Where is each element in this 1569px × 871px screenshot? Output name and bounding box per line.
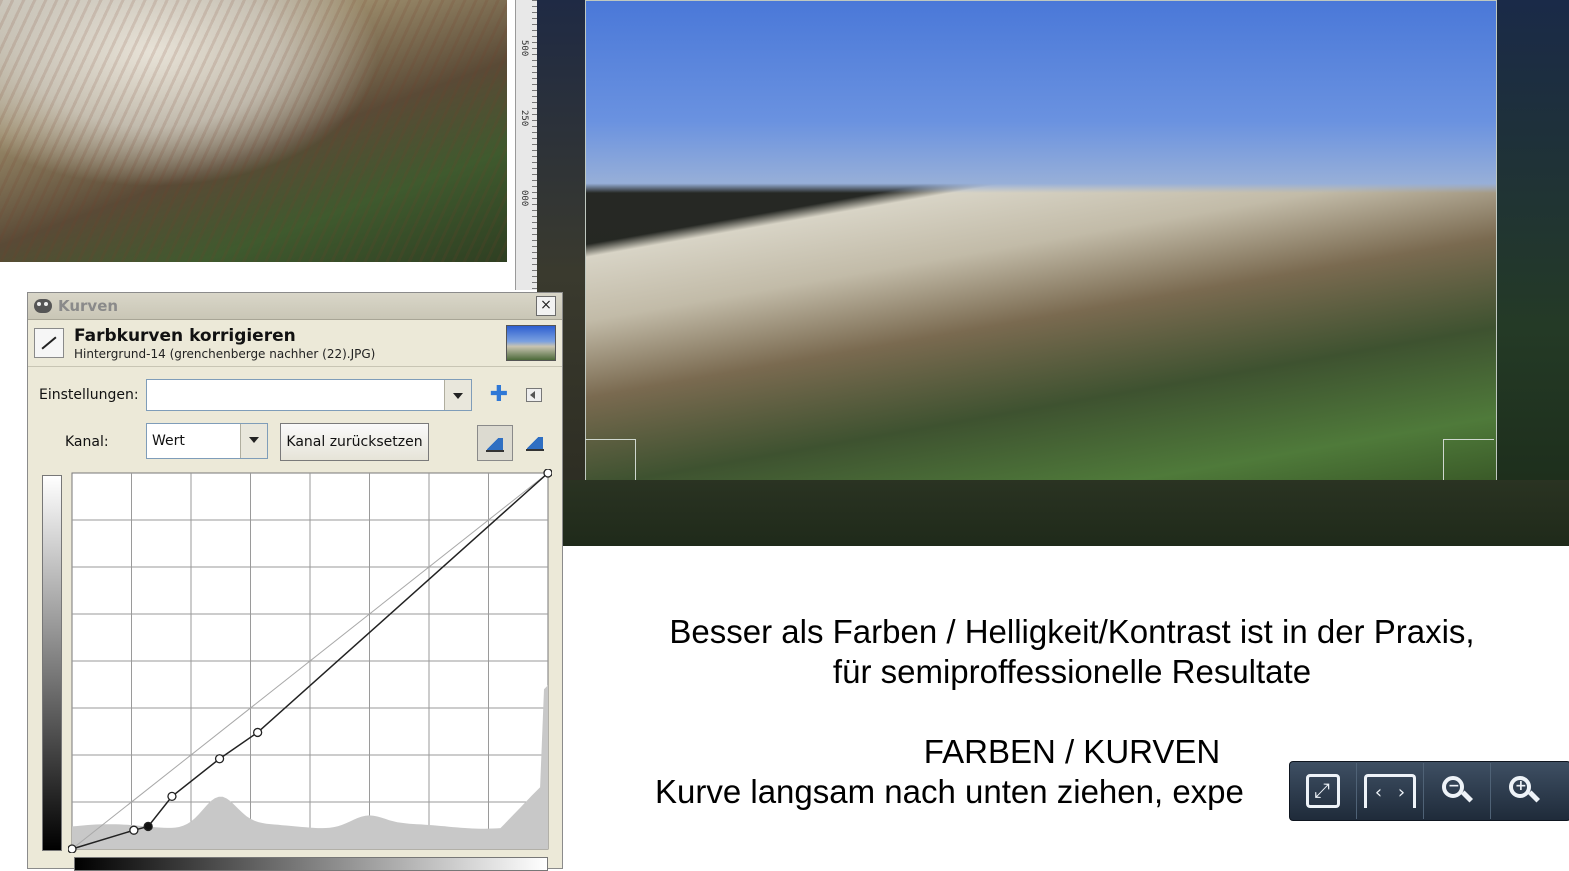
log-histogram-button[interactable]	[518, 425, 552, 459]
slide-line-2: für semiproffessionelle Resultate	[832, 653, 1312, 690]
chevron-down-icon[interactable]	[240, 424, 267, 458]
slide-line-1: Besser als Farben / Helligkeit/Kontrast …	[669, 613, 1475, 650]
curve-control-point[interactable]	[68, 844, 77, 853]
ruler-mark: 500	[519, 40, 529, 57]
channel-label: Kanal:	[65, 434, 109, 450]
header-title: Farbkurven korrigieren	[74, 325, 296, 346]
page-width-button[interactable]: ‹ ›	[1357, 763, 1424, 819]
fit-to-window-icon	[1306, 774, 1340, 808]
curve-control-point[interactable]	[214, 754, 225, 764]
header-subtitle: Hintergrund-14 (grenchenberge nachher (2…	[74, 346, 376, 361]
zoom-in-button[interactable]: +	[1491, 763, 1557, 819]
channel-combo-value: Wert	[152, 433, 185, 449]
settings-label: Einstellungen:	[39, 387, 139, 403]
chevron-down-icon[interactable]	[444, 380, 471, 410]
settings-combo[interactable]	[146, 379, 472, 411]
histogram-log-icon	[526, 433, 544, 451]
dialog-header: Farbkurven korrigieren Hintergrund-14 (g…	[28, 320, 562, 367]
linear-histogram-button[interactable]	[477, 425, 513, 461]
curves-graph[interactable]	[68, 469, 552, 853]
vertical-ruler: 500 250 000	[515, 0, 539, 290]
image-thumbnail	[506, 325, 556, 361]
zoom-out-button[interactable]: −	[1424, 763, 1491, 819]
histogram-linear-icon	[486, 434, 504, 452]
curve-control-point[interactable]	[143, 821, 153, 832]
curves-tool-icon	[34, 328, 64, 358]
chevron-right-icon: ›	[1397, 782, 1406, 803]
dialog-titlebar[interactable]: Kurven ×	[28, 293, 562, 320]
pin-icon	[526, 388, 542, 402]
crop-handle-bottom-right[interactable]	[1443, 439, 1494, 480]
crop-handle-bottom-left[interactable]	[585, 439, 636, 480]
channel-row: Kanal: Wert Kanal zurücksetzen	[28, 423, 562, 461]
channel-combo[interactable]: Wert	[146, 423, 268, 459]
zoom-in-icon: +	[1507, 774, 1541, 808]
gimp-icon	[34, 299, 52, 313]
viewer-toolbar: ‹ › − +	[1289, 761, 1569, 821]
photo-thumbnail-left	[0, 0, 507, 262]
settings-row: Einstellungen: ✚	[28, 379, 562, 411]
crop-dim-bottom	[537, 480, 1569, 546]
chevron-left-icon: ‹	[1374, 782, 1383, 803]
dialog-title: Kurven	[58, 297, 119, 315]
curves-dialog: Kurven × Farbkurven korrigieren Hintergr…	[27, 292, 563, 871]
ruler-mark: 000	[519, 190, 529, 207]
crop-area[interactable]	[585, 0, 1497, 482]
close-button[interactable]: ×	[536, 296, 556, 316]
crop-dim-right	[1497, 0, 1569, 546]
manage-presets-button[interactable]	[520, 381, 548, 409]
page-width-icon: ‹ ›	[1364, 774, 1416, 808]
curve-control-point[interactable]	[543, 469, 552, 478]
add-preset-button[interactable]: ✚	[485, 381, 513, 409]
photo-main-canvas[interactable]	[537, 0, 1569, 546]
vertical-gradient-bar	[42, 475, 62, 851]
plus-icon: ✚	[489, 382, 509, 407]
zoom-out-icon: −	[1440, 774, 1474, 808]
curve-control-point[interactable]	[252, 727, 263, 738]
ruler-mark: 250	[519, 110, 529, 127]
fit-to-window-button[interactable]	[1290, 763, 1357, 819]
curve-control-point[interactable]	[129, 825, 139, 835]
curve-control-point[interactable]	[167, 791, 177, 802]
reset-channel-button[interactable]: Kanal zurücksetzen	[280, 423, 429, 461]
